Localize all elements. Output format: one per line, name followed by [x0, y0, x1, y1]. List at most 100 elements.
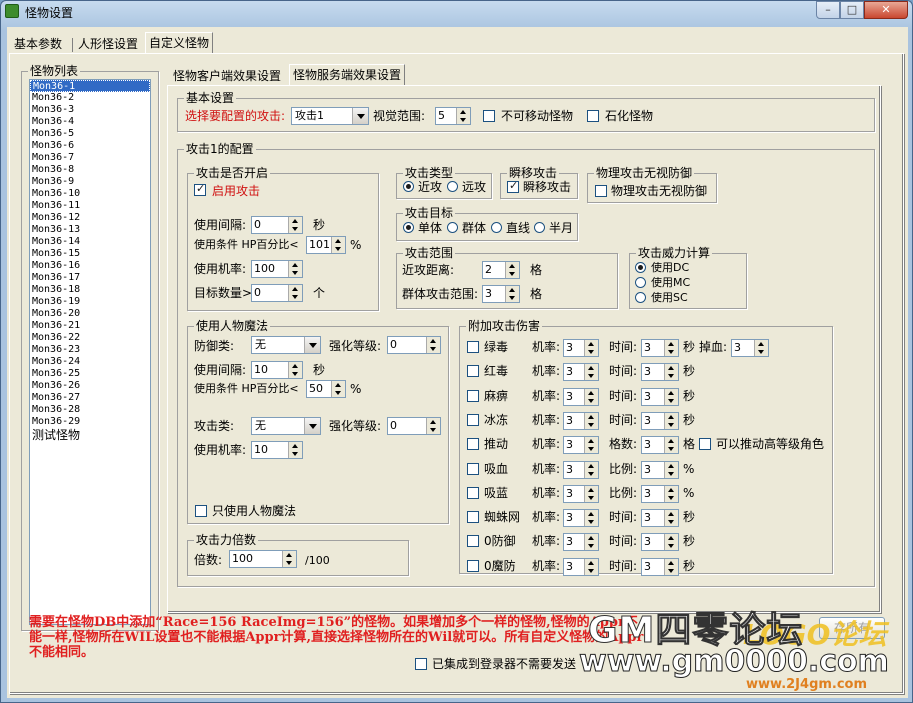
list-item[interactable]: Mon36-11 — [30, 200, 150, 212]
integrated-checkbox[interactable] — [415, 658, 427, 670]
close-button[interactable]: ✕ — [864, 1, 908, 19]
stepper-arrows-icon[interactable] — [426, 418, 440, 434]
list-item[interactable]: Mon36-19 — [30, 296, 150, 308]
stepper-arrows-icon[interactable] — [282, 551, 296, 567]
stepper-arrows-icon[interactable] — [584, 462, 598, 478]
list-item[interactable]: Mon36-17 — [30, 272, 150, 284]
magic-def-select[interactable]: 无 — [251, 336, 321, 354]
stepper-arrows-icon[interactable] — [584, 413, 598, 429]
extra-checkbox[interactable] — [467, 438, 479, 450]
list-item[interactable]: Mon36-18 — [30, 284, 150, 296]
extra-param-stepper[interactable]: 3 — [641, 509, 679, 527]
condition-stepper[interactable]: 101 — [306, 236, 346, 254]
extra-rate-stepper[interactable]: 3 — [563, 461, 599, 479]
list-item[interactable]: Mon36-1 — [30, 80, 150, 92]
magic-condition-stepper[interactable]: 50 — [306, 380, 346, 398]
target-group-radio[interactable] — [447, 222, 458, 233]
group-range-stepper[interactable]: 3 — [482, 285, 520, 303]
stepper-arrows-icon[interactable] — [664, 389, 678, 405]
stepper-arrows-icon[interactable] — [456, 108, 470, 124]
tab-custom-monster[interactable]: 自定义怪物 — [145, 32, 214, 53]
chevron-down-icon[interactable] — [304, 337, 320, 353]
targets-stepper[interactable]: 0 — [251, 284, 303, 302]
extra-checkbox[interactable] — [467, 560, 479, 572]
list-item[interactable]: Mon36-24 — [30, 356, 150, 368]
stepper-arrows-icon[interactable] — [754, 340, 768, 356]
target-line-radio[interactable] — [491, 222, 502, 233]
extra-rate-stepper[interactable]: 3 — [563, 412, 599, 430]
list-item[interactable]: Mon36-4 — [30, 116, 150, 128]
list-item[interactable]: Mon36-14 — [30, 236, 150, 248]
list-item[interactable]: Mon36-16 — [30, 260, 150, 272]
immovable-checkbox[interactable] — [483, 110, 495, 122]
magic-interval-stepper[interactable]: 10 — [251, 361, 303, 379]
stepper-arrows-icon[interactable] — [505, 262, 519, 278]
ranged-radio[interactable] — [447, 181, 458, 192]
list-item[interactable]: Mon36-13 — [30, 224, 150, 236]
list-item[interactable]: Mon36-23 — [30, 344, 150, 356]
stepper-arrows-icon[interactable] — [664, 340, 678, 356]
extra-checkbox[interactable] — [467, 511, 479, 523]
view-range-stepper[interactable]: 5 — [435, 107, 471, 125]
extra-param-stepper[interactable]: 3 — [641, 363, 679, 381]
list-item[interactable]: Mon36-6 — [30, 140, 150, 152]
tab-basic-params[interactable]: 基本参数 — [11, 34, 65, 55]
stepper-arrows-icon[interactable] — [584, 437, 598, 453]
target-single-radio[interactable] — [403, 222, 414, 233]
list-item[interactable]: Mon36-26 — [30, 380, 150, 392]
list-item[interactable]: 测试怪物 — [30, 428, 150, 442]
stepper-arrows-icon[interactable] — [331, 237, 345, 253]
stepper-arrows-icon[interactable] — [664, 462, 678, 478]
push-higher-checkbox[interactable] — [699, 438, 711, 450]
stepper-arrows-icon[interactable] — [584, 559, 598, 575]
stepper-arrows-icon[interactable] — [664, 486, 678, 502]
extra-param-stepper[interactable]: 3 — [641, 412, 679, 430]
extra-bleed-stepper[interactable]: 3 — [731, 339, 769, 357]
list-item[interactable]: Mon36-7 — [30, 152, 150, 164]
extra-param-stepper[interactable]: 3 — [641, 436, 679, 454]
list-item[interactable]: Mon36-15 — [30, 248, 150, 260]
melee-radio[interactable] — [403, 181, 414, 192]
stepper-arrows-icon[interactable] — [584, 389, 598, 405]
magic-lvl-stepper[interactable]: 0 — [387, 336, 441, 354]
list-item[interactable]: Mon36-8 — [30, 164, 150, 176]
stepper-arrows-icon[interactable] — [584, 486, 598, 502]
stepper-arrows-icon[interactable] — [664, 510, 678, 526]
attack-select[interactable]: 攻击1 — [291, 107, 369, 125]
extra-rate-stepper[interactable]: 3 — [563, 388, 599, 406]
extra-rate-stepper[interactable]: 3 — [563, 533, 599, 551]
title-bar[interactable]: 怪物设置 – □ ✕ — [1, 1, 912, 23]
tab-client-effect[interactable]: 怪物客户端效果设置 — [170, 66, 284, 87]
stepper-arrows-icon[interactable] — [288, 362, 302, 378]
list-item[interactable]: Mon36-9 — [30, 176, 150, 188]
extra-param-stepper[interactable]: 3 — [641, 461, 679, 479]
monster-list[interactable]: Mon36-1 Mon36-2 Mon36-3 Mon36-4 Mon36-5 Mon36… — [29, 79, 151, 625]
teleport-checkbox[interactable] — [507, 179, 519, 193]
stepper-arrows-icon[interactable] — [584, 510, 598, 526]
stepper-arrows-icon[interactable] — [584, 364, 598, 380]
extra-rate-stepper[interactable]: 3 — [563, 558, 599, 576]
stepper-arrows-icon[interactable] — [426, 337, 440, 353]
list-item[interactable]: Mon36-2 — [30, 92, 150, 104]
magic-rate-stepper[interactable]: 10 — [251, 441, 303, 459]
stepper-arrows-icon[interactable] — [664, 559, 678, 575]
stepper-arrows-icon[interactable] — [288, 217, 302, 233]
tab-server-effect[interactable]: 怪物服务端效果设置 — [289, 64, 406, 85]
extra-rate-stepper[interactable]: 3 — [563, 339, 599, 357]
stepper-arrows-icon[interactable] — [664, 534, 678, 550]
only-magic-checkbox[interactable] — [195, 505, 207, 517]
extra-param-stepper[interactable]: 3 — [641, 558, 679, 576]
stepper-arrows-icon[interactable] — [331, 381, 345, 397]
extra-param-stepper[interactable]: 3 — [641, 485, 679, 503]
stepper-arrows-icon[interactable] — [288, 261, 302, 277]
list-item[interactable]: Mon36-21 — [30, 320, 150, 332]
extra-rate-stepper[interactable]: 3 — [563, 363, 599, 381]
minimize-button[interactable]: – — [816, 1, 840, 19]
stepper-arrows-icon[interactable] — [584, 340, 598, 356]
chevron-down-icon[interactable] — [352, 108, 368, 124]
extra-checkbox[interactable] — [467, 535, 479, 547]
power-sc-radio[interactable] — [635, 292, 646, 303]
extra-checkbox[interactable] — [467, 341, 479, 353]
ignore-def-checkbox[interactable] — [595, 185, 607, 197]
list-item[interactable]: Mon36-12 — [30, 212, 150, 224]
